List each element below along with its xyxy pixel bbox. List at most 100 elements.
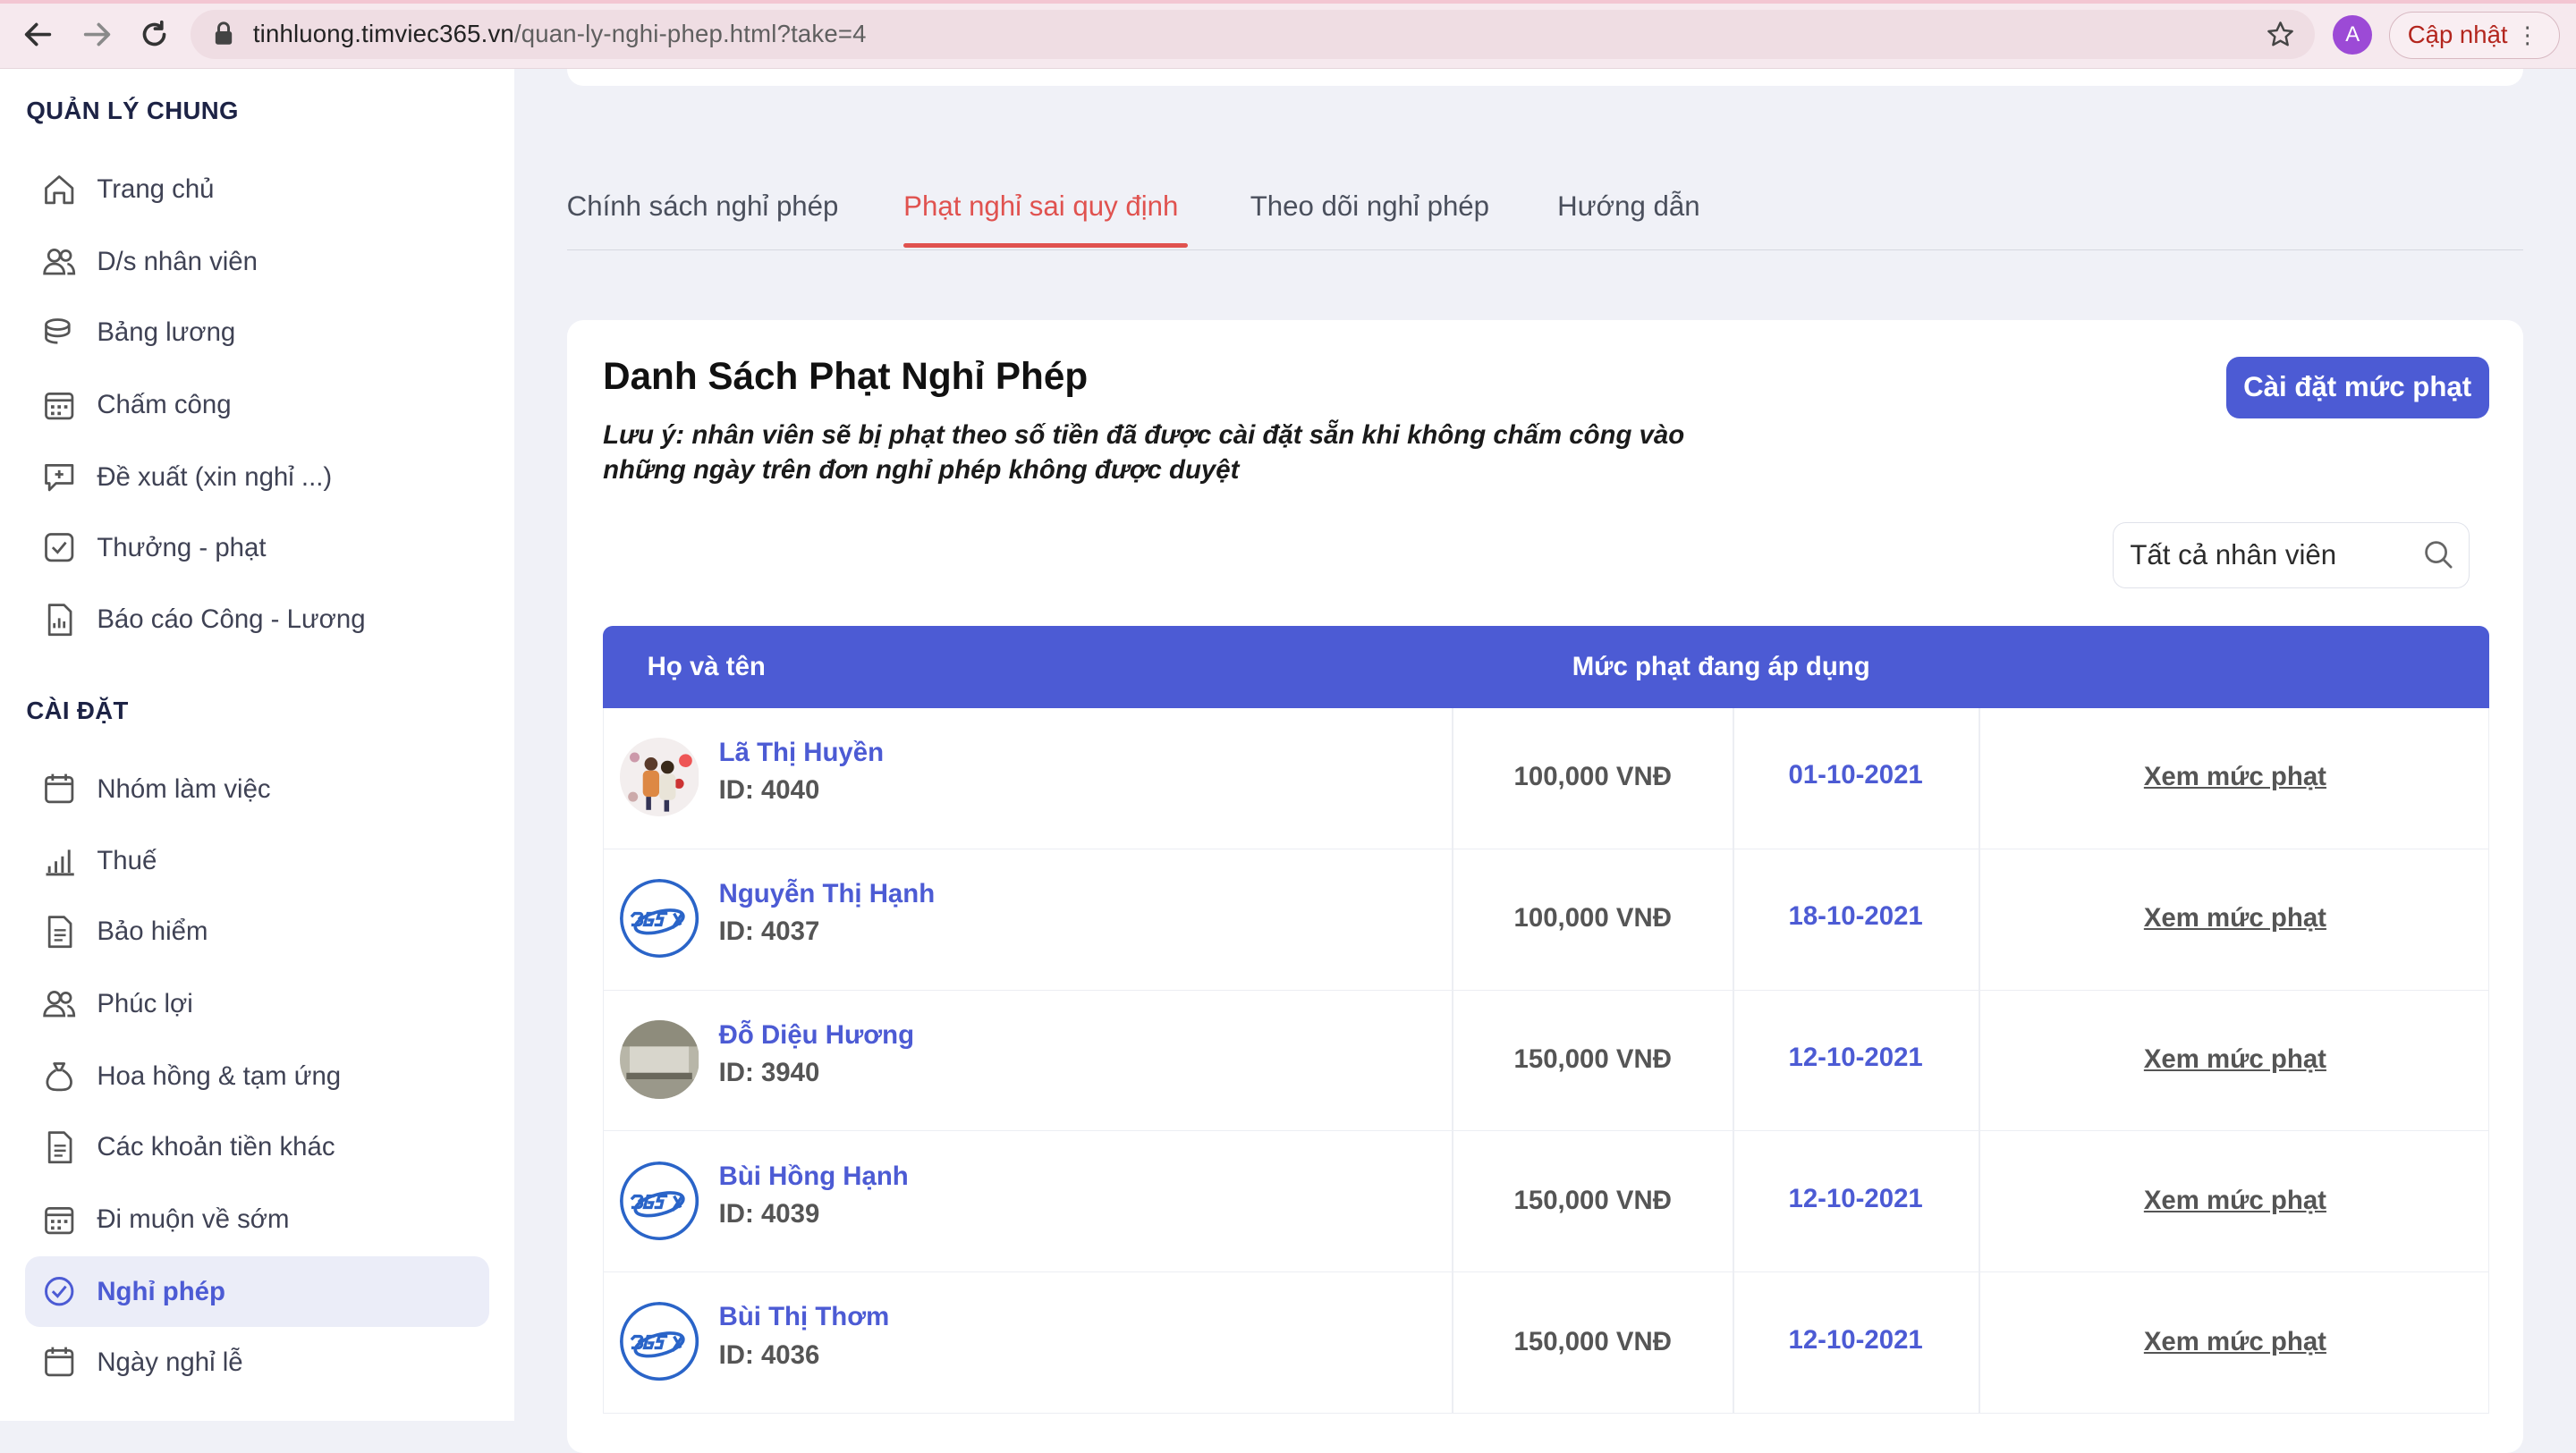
employee-name-link[interactable]: Bùi Thị Thơm	[719, 1302, 890, 1332]
employee-filter-select[interactable]: Tất cả nhân viên	[2112, 522, 2470, 588]
arrow-left-icon	[24, 22, 51, 46]
view-penalty-link[interactable]: Xem mức phạt	[1980, 762, 2489, 792]
tab-leave-tracking[interactable]: Theo dõi nghỉ phép	[1250, 190, 1489, 223]
document-icon	[41, 914, 77, 950]
penalty-list-panel: Danh Sách Phạt Nghỉ Phép Lưu ý: nhân viê…	[566, 320, 2524, 1453]
table-row: Bùi Thị Thơm ID: 4036 150,000 VNĐ 12-10-…	[603, 1272, 2489, 1415]
home-icon	[41, 172, 77, 207]
sidebar-item-workgroup[interactable]: Nhóm làm việc	[25, 754, 490, 824]
sidebar-item-label: Bảo hiểm	[97, 917, 208, 947]
penalty-date: 18-10-2021	[1788, 901, 1923, 932]
update-label: Cập nhật	[2407, 21, 2508, 49]
reload-icon	[142, 20, 166, 46]
employee-id: ID: 4037	[718, 916, 820, 946]
arrow-right-icon	[83, 22, 111, 46]
tab-leave-policy[interactable]: Chính sách nghỉ phép	[567, 190, 839, 223]
sidebar-item-label: Đề xuất (xin nghỉ ...)	[97, 461, 333, 492]
employee-name-link[interactable]: Lã Thị Huyền	[719, 738, 884, 768]
comment-plus-icon	[41, 459, 77, 494]
sidebar-item-home[interactable]: Trang chủ	[25, 155, 490, 225]
browser-toolbar: tinhluong.timviec365.vn/quan-ly-nghi-phe…	[0, 0, 2576, 70]
view-penalty-link[interactable]: Xem mức phạt	[1980, 1044, 2489, 1075]
users-icon	[41, 986, 77, 1022]
employee-id: ID: 4039	[718, 1198, 820, 1229]
calendar-grid-icon	[41, 1202, 77, 1238]
avatar-365-logo	[620, 878, 699, 958]
reload-button[interactable]	[135, 15, 174, 55]
sidebar-item-employees[interactable]: D/s nhân viên	[25, 226, 490, 297]
page-title: Danh Sách Phạt Nghỉ Phép	[603, 354, 1089, 397]
filter-value: Tất cả nhân viên	[2130, 539, 2337, 571]
table-row: Đỗ Diệu Hương ID: 3940 150,000 VNĐ 12-10…	[603, 990, 2489, 1132]
sidebar-item-label: Đi muộn về sớm	[97, 1204, 290, 1234]
coins-icon	[41, 315, 77, 351]
sidebar-item-reward-penalty[interactable]: Thưởng - phạt	[25, 512, 490, 583]
back-button[interactable]	[18, 15, 57, 55]
sidebar-item-other-money[interactable]: Các khoản tiền khác	[25, 1111, 490, 1182]
employee-name-link[interactable]: Đỗ Diệu Hương	[719, 1020, 914, 1051]
penalty-date: 01-10-2021	[1788, 760, 1923, 790]
sidebar-item-label: Hoa hồng & tạm ứng	[97, 1060, 342, 1091]
report-icon	[41, 602, 77, 638]
sidebar-item-leave[interactable]: Nghỉ phép	[24, 1256, 490, 1328]
sidebar-item-timekeeping[interactable]: Chấm công	[25, 369, 490, 440]
browser-update-button[interactable]: Cập nhật ⋮	[2388, 11, 2560, 60]
sidebar-item-label: Ngày nghỉ lễ	[97, 1347, 243, 1377]
penalty-date: 12-10-2021	[1788, 1043, 1923, 1073]
tab-leave-penalty[interactable]: Phạt nghỉ sai quy định	[903, 190, 1178, 223]
section-title-settings: CÀI ĐẶT	[26, 696, 129, 724]
employee-name-link[interactable]: Nguyễn Thị Hạnh	[719, 879, 936, 909]
document-icon	[41, 1129, 77, 1165]
employee-id: ID: 4040	[718, 774, 820, 805]
sidebar-item-late-early[interactable]: Đi muộn về sớm	[25, 1184, 490, 1254]
avatar-365-logo	[620, 1302, 699, 1381]
sidebar-item-welfare[interactable]: Phúc lợi	[25, 969, 490, 1040]
check-square-icon	[41, 529, 77, 565]
employee-id: ID: 4036	[718, 1339, 820, 1370]
url-text: tinhluong.timviec365.vn/quan-ly-nghi-phe…	[253, 20, 867, 48]
view-penalty-link[interactable]: Xem mức phạt	[1980, 1327, 2489, 1357]
employee-id: ID: 3940	[718, 1057, 820, 1087]
sidebar-item-label: Thưởng - phạt	[97, 532, 267, 562]
view-penalty-link[interactable]: Xem mức phạt	[1980, 903, 2489, 933]
sidebar-item-label: Chấm công	[97, 389, 232, 419]
penalty-amount: 100,000 VNĐ	[1513, 762, 1672, 792]
tab-strip-edge	[0, 0, 2576, 4]
tab-guide[interactable]: Hướng dẫn	[1557, 190, 1699, 223]
sidebar-item-commission[interactable]: Hoa hồng & tạm ứng	[25, 1041, 490, 1111]
sidebar: QUẢN LÝ CHUNG Trang chủ D/s nhân viên Bả…	[0, 69, 514, 1421]
calendar-icon	[41, 771, 77, 807]
sidebar-item-label: Các khoản tiền khác	[97, 1131, 335, 1162]
penalty-amount: 150,000 VNĐ	[1513, 1327, 1672, 1357]
users-icon	[41, 244, 77, 280]
sidebar-item-insurance[interactable]: Bảo hiểm	[25, 897, 490, 967]
penalty-note: Lưu ý: nhân viên sẽ bị phạt theo số tiền…	[603, 420, 1685, 485]
sidebar-item-holidays[interactable]: Ngày nghỉ lễ	[25, 1327, 490, 1398]
table-row: Nguyễn Thị Hạnh ID: 4037 100,000 VNĐ 18-…	[603, 849, 2489, 991]
table-row: Lã Thị Huyền ID: 4040 100,000 VNĐ 01-10-…	[603, 707, 2489, 849]
profile-avatar[interactable]: A	[2333, 14, 2373, 55]
sidebar-item-report[interactable]: Báo cáo Công - Lương	[25, 585, 490, 655]
bar-chart-icon	[41, 843, 77, 879]
sidebar-item-label: Bảng lương	[97, 317, 236, 347]
money-bag-icon	[41, 1059, 77, 1094]
table-header: Họ và tên Mức phạt đang áp dụng	[603, 625, 2489, 708]
sidebar-item-proposals[interactable]: Đề xuất (xin nghỉ ...)	[25, 442, 490, 512]
forward-button[interactable]	[77, 15, 116, 55]
sidebar-item-label: D/s nhân viên	[97, 246, 258, 276]
url-path: /quan-ly-nghi-phep.html?take=4	[513, 20, 867, 48]
section-title-general: QUẢN LÝ CHUNG	[26, 97, 239, 125]
check-circle-icon	[41, 1273, 77, 1309]
bookmark-star-icon[interactable]	[2266, 20, 2295, 49]
avatar	[620, 1019, 699, 1099]
sidebar-item-tax[interactable]: Thuế	[25, 826, 490, 897]
sidebar-item-label: Thuế	[97, 846, 157, 876]
address-bar[interactable]: tinhluong.timviec365.vn/quan-ly-nghi-phe…	[191, 10, 2315, 60]
sidebar-item-label: Phúc lợi	[97, 989, 193, 1019]
view-penalty-link[interactable]: Xem mức phạt	[1980, 1186, 2489, 1216]
employee-name-link[interactable]: Bùi Hồng Hạnh	[719, 1162, 909, 1192]
column-header-penalty: Mức phạt đang áp dụng	[1572, 652, 1870, 682]
penalty-settings-button[interactable]: Cài đặt mức phạt	[2225, 356, 2489, 419]
sidebar-item-payroll[interactable]: Bảng lương	[25, 297, 490, 367]
sidebar-item-label: Trang chủ	[97, 174, 215, 205]
